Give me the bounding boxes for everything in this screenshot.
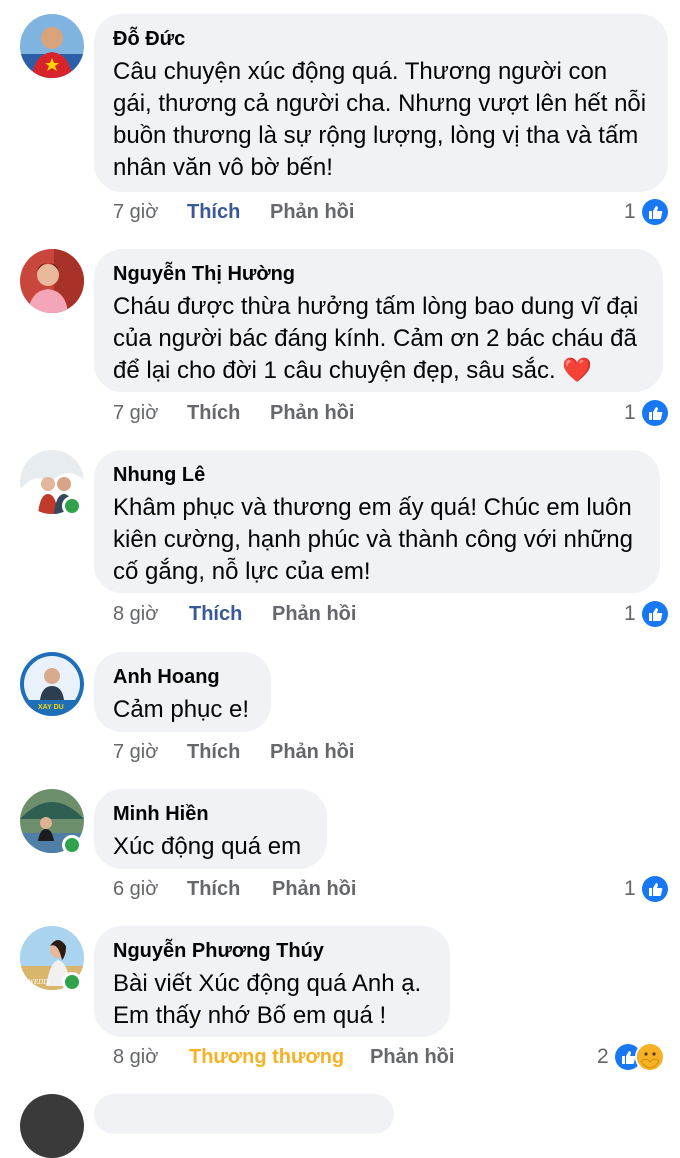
comment: Đỗ Đức Câu chuyện xúc động quá. Thương n…: [0, 0, 680, 240]
comment: WEDDI Nguyễn Phương Thúy Bài viết Xúc độ…: [0, 920, 680, 1080]
comment: Nguyễn Thị Hường Cháu được thừa hưởng tấ…: [0, 240, 680, 450]
like-button[interactable]: Thích: [187, 737, 240, 767]
reply-button[interactable]: Phản hồi: [272, 599, 356, 629]
comment: Minh Hiền Xúc động quá em 6 giờ Thích Ph…: [0, 785, 680, 920]
comment-text: Xúc động quá em: [113, 833, 302, 860]
like-reaction-icon: [639, 874, 670, 904]
reaction-count: 1: [624, 200, 636, 223]
comment-bubble: [94, 1094, 394, 1134]
online-status-icon: [62, 835, 82, 855]
like-button[interactable]: Thích: [187, 398, 240, 428]
comment-text-line: Em thấy nhớ Bố em quá !: [113, 1002, 387, 1029]
like-reaction-icon: [639, 599, 670, 629]
heart-emoji-icon: ❤️: [562, 357, 593, 384]
author-name[interactable]: Nhung Lê: [113, 462, 640, 488]
timestamp[interactable]: 8 giờ: [113, 1042, 158, 1072]
reaction-count: 1: [624, 602, 636, 625]
reaction-summary[interactable]: 1: [624, 874, 670, 904]
online-status-icon: [62, 972, 82, 992]
comment-bubble: Nhung Lê Khâm phục và thương em ấy quá! …: [94, 450, 660, 593]
comment-text: Khâm phục và thương em ấy quá! Chúc em l…: [113, 494, 633, 585]
reply-button[interactable]: Phản hồi: [370, 1042, 454, 1072]
comment-text: Câu chuyện xúc động quá. Thương người co…: [113, 58, 647, 181]
avatar[interactable]: [20, 14, 84, 78]
author-name[interactable]: Nguyễn Phương Thúy: [113, 938, 430, 964]
reaction-summary[interactable]: 2: [597, 1042, 665, 1072]
avatar-label: WEDDI: [28, 978, 51, 986]
timestamp[interactable]: 6 giờ: [113, 874, 158, 904]
comment-bubble: Minh Hiền Xúc động quá em: [94, 789, 327, 869]
comment-bubble: Anh Hoang Cảm phục e!: [94, 652, 271, 732]
comment-actions: 6 giờ Thích Phản hồi: [113, 874, 553, 904]
avatar-label: XAY DU: [38, 704, 64, 711]
reaction-summary[interactable]: 1: [624, 599, 670, 629]
reply-button[interactable]: Phản hồi: [270, 398, 354, 428]
comment-actions: 7 giờ Thích Phản hồi: [113, 737, 553, 767]
avatar[interactable]: XAY DU: [20, 652, 84, 716]
reaction-summary[interactable]: 1: [624, 398, 670, 428]
author-name[interactable]: Nguyễn Thị Hường: [113, 261, 643, 287]
like-reaction-icon: [639, 398, 670, 428]
comment-actions: 7 giờ Thích Phản hồi: [113, 398, 553, 428]
like-button[interactable]: Thích: [187, 197, 240, 227]
comment-text: Cảm phục e!: [113, 696, 250, 723]
reaction-summary[interactable]: 1: [624, 197, 670, 227]
care-reaction-button[interactable]: Thương thương: [189, 1042, 344, 1072]
like-button[interactable]: Thích: [187, 874, 240, 904]
author-name[interactable]: Đỗ Đức: [113, 26, 648, 52]
timestamp[interactable]: 7 giờ: [113, 197, 158, 227]
reaction-count: 2: [597, 1045, 609, 1068]
comment-text-body: Cháu được thừa hưởng tấm lòng bao dung v…: [113, 293, 639, 384]
avatar[interactable]: [20, 249, 84, 313]
care-reaction-icon: [634, 1042, 665, 1072]
comment-text: Cháu được thừa hưởng tấm lòng bao dung v…: [113, 291, 643, 387]
comment-bubble: Đỗ Đức Câu chuyện xúc động quá. Thương n…: [94, 14, 668, 192]
like-button[interactable]: Thích: [189, 599, 242, 629]
comment-text-line: Bài viết Xúc động quá Anh ạ.: [113, 970, 422, 997]
comment: XAY DU Anh Hoang Cảm phục e! 7 giờ Thích…: [0, 650, 680, 785]
comment-actions: 8 giờ Thương thương Phản hồi: [113, 1042, 553, 1072]
comment-text: Bài viết Xúc động quá Anh ạ. Em thấy nhớ…: [113, 968, 430, 1032]
reaction-count: 1: [624, 401, 636, 424]
comment: Nhung Lê Khâm phục và thương em ấy quá! …: [0, 450, 680, 650]
author-name[interactable]: Minh Hiền: [113, 801, 307, 827]
reply-button[interactable]: Phản hồi: [272, 874, 356, 904]
like-reaction-icon: [639, 197, 670, 227]
comment-actions: 7 giờ Thích Phản hồi: [113, 197, 553, 227]
author-name[interactable]: Anh Hoang: [113, 664, 251, 690]
reply-button[interactable]: Phản hồi: [270, 737, 354, 767]
comment-actions: 8 giờ Thích Phản hồi: [113, 599, 553, 629]
timestamp[interactable]: 7 giờ: [113, 737, 158, 767]
timestamp[interactable]: 8 giờ: [113, 599, 158, 629]
reaction-count: 1: [624, 877, 636, 900]
comment-bubble: Nguyễn Phương Thúy Bài viết Xúc động quá…: [94, 926, 450, 1037]
comment-partial: [0, 1090, 680, 1158]
reply-button[interactable]: Phản hồi: [270, 197, 354, 227]
online-status-icon: [62, 496, 82, 516]
timestamp[interactable]: 7 giờ: [113, 398, 158, 428]
comment-bubble: Nguyễn Thị Hường Cháu được thừa hưởng tấ…: [94, 249, 663, 392]
avatar[interactable]: [20, 1094, 84, 1158]
